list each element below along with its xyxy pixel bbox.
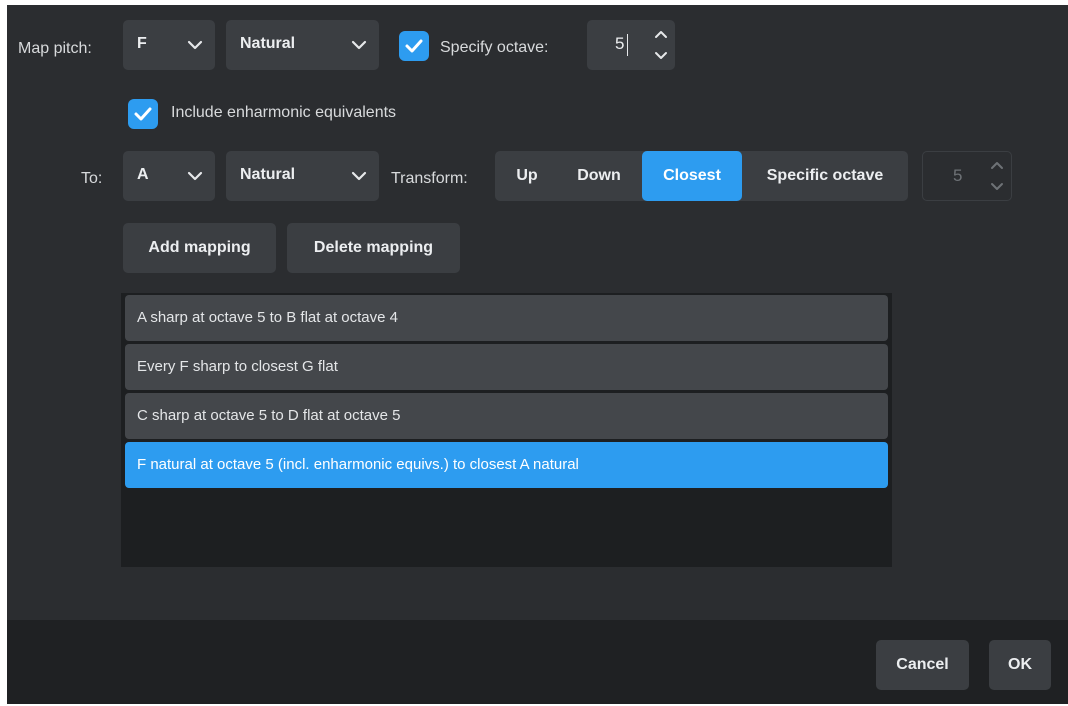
to-accidental-value: Natural [240,166,296,183]
list-item[interactable]: Every F sharp to closest G flat [125,344,888,390]
checkmark-icon [134,107,152,121]
to-note-value: A [137,166,149,183]
chevron-down-icon [351,171,367,181]
transform-down-option[interactable]: Down [559,151,639,201]
text-cursor [627,34,628,56]
dialog-footer: Cancel OK [7,620,1068,704]
map-pitch-note-dropdown[interactable]: F [123,20,215,70]
to-label: To: [81,170,103,187]
chevron-down-icon [351,40,367,50]
transform-segmented-control: Up Down Closest Specific octave [495,151,908,201]
map-pitch-dialog: Map pitch: F Natural Specify octave: 5 I… [7,5,1068,704]
delete-mapping-button[interactable]: Delete mapping [287,223,460,273]
list-item[interactable]: A sharp at octave 5 to B flat at octave … [125,295,888,341]
cancel-button[interactable]: Cancel [876,640,969,690]
map-pitch-octave-value: 5 [615,34,625,53]
chevron-down-icon [991,183,1003,190]
map-pitch-label: Map pitch: [18,40,92,57]
ok-button[interactable]: OK [989,640,1051,690]
map-pitch-octave-spinbox[interactable]: 5 [587,20,675,70]
specify-octave-label: Specify octave: [440,39,549,56]
map-pitch-note-value: F [137,35,147,52]
map-pitch-accidental-dropdown[interactable]: Natural [226,20,379,70]
to-note-dropdown[interactable]: A [123,151,215,201]
transform-label: Transform: [391,170,468,187]
specify-octave-checkbox[interactable] [399,31,429,61]
map-pitch-accidental-value: Natural [240,35,296,52]
checkmark-icon [405,39,423,53]
transform-closest-option[interactable]: Closest [642,151,742,201]
chevron-down-icon[interactable] [653,50,669,62]
add-mapping-button[interactable]: Add mapping [123,223,276,273]
to-octave-spinbox: 5 [922,151,1012,201]
enharmonic-label: Include enharmonic equivalents [171,104,397,121]
chevron-down-icon [187,171,203,181]
transform-specific-octave-option[interactable]: Specific octave [745,151,905,201]
to-octave-value: 5 [953,166,963,185]
chevron-up-icon[interactable] [653,28,669,40]
to-accidental-dropdown[interactable]: Natural [226,151,379,201]
chevron-up-icon [991,162,1003,169]
list-item[interactable]: C sharp at octave 5 to D flat at octave … [125,393,888,439]
chevron-down-icon [187,40,203,50]
mappings-list: A sharp at octave 5 to B flat at octave … [121,293,892,567]
list-item-selected[interactable]: F natural at octave 5 (incl. enharmonic … [125,442,888,488]
enharmonic-checkbox[interactable] [128,99,158,129]
transform-up-option[interactable]: Up [495,151,559,201]
